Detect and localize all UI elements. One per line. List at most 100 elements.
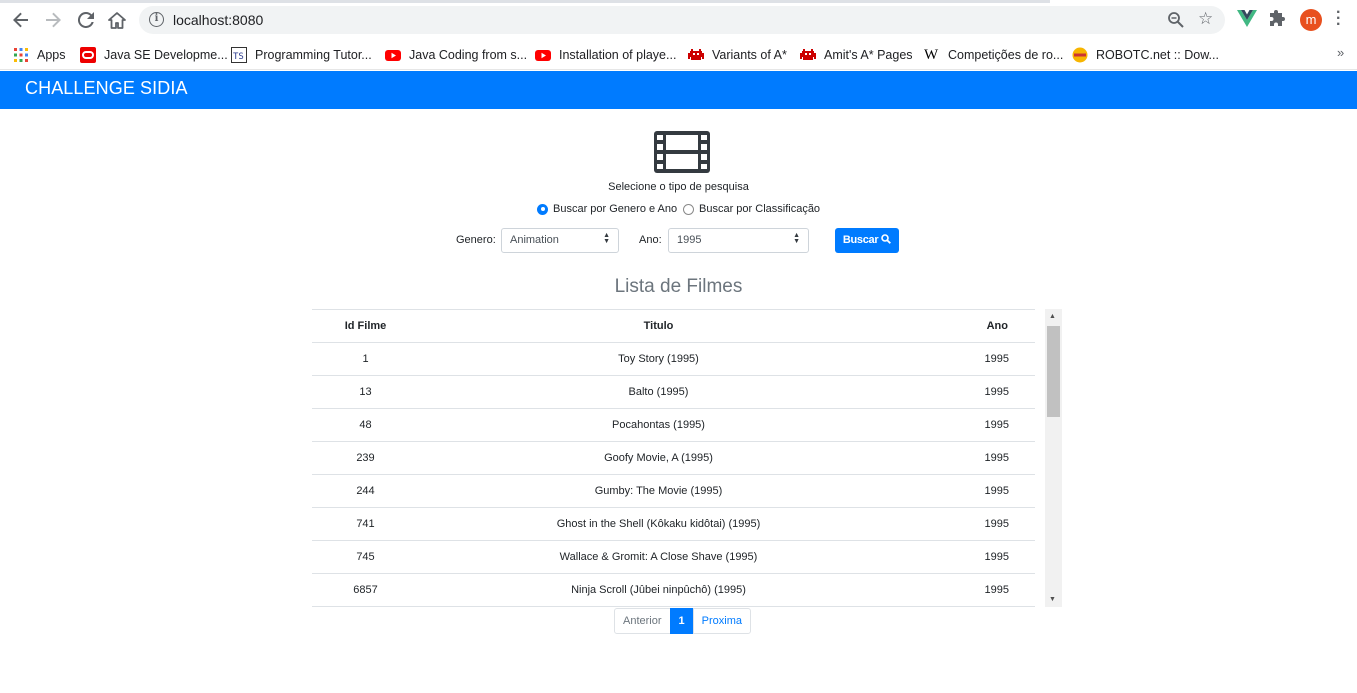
genre-select-value: Animation: [510, 234, 559, 246]
table-row: 1 Toy Story (1995) 1995: [312, 342, 1035, 376]
cell-title: Wallace & Gromit: A Close Shave (1995): [419, 540, 898, 574]
cell-id: 239: [312, 441, 419, 475]
pagination-prev[interactable]: Anterior: [614, 608, 671, 634]
wikipedia-icon: W: [924, 47, 939, 63]
cell-year: 1995: [898, 474, 1035, 508]
bookmark-label: Java Coding from s...: [409, 48, 528, 62]
home-icon[interactable]: [106, 9, 128, 31]
forward-icon[interactable]: [42, 9, 64, 31]
cell-year: 1995: [898, 441, 1035, 475]
extensions-puzzle-icon[interactable]: [1269, 9, 1291, 31]
cell-year: 1995: [898, 540, 1035, 574]
cell-year: 1995: [898, 573, 1035, 607]
year-select-value: 1995: [677, 234, 702, 246]
cell-year: 1995: [898, 375, 1035, 409]
film-icon: [654, 131, 710, 178]
cell-year: 1995: [898, 507, 1035, 541]
apps-grid-icon: [13, 47, 29, 63]
select-caret-icon: ▲ ▼: [793, 232, 800, 245]
cell-title: Ghost in the Shell (Kôkaku kidôtai) (199…: [419, 507, 898, 541]
vue-devtools-icon[interactable]: [1237, 9, 1259, 31]
radio-genre-year[interactable]: Buscar por Genero e Ano: [537, 202, 677, 216]
address-bar[interactable]: i localhost:8080 ☆: [139, 6, 1225, 34]
cell-title: Gumby: The Movie (1995): [419, 474, 898, 508]
search-button[interactable]: Buscar: [835, 228, 899, 253]
cell-year: 1995: [898, 408, 1035, 442]
bookmark-java-se[interactable]: Java SE Developme...: [80, 45, 228, 65]
back-icon[interactable]: [10, 9, 32, 31]
radio-classification[interactable]: Buscar por Classificação: [683, 202, 820, 216]
bookmark-star-icon[interactable]: ☆: [1198, 9, 1213, 29]
invader-icon: [800, 47, 816, 63]
cell-id: 48: [312, 408, 419, 442]
bookmark-label: Amit's A* Pages: [824, 48, 913, 62]
svg-text:TS: TS: [233, 52, 244, 62]
table-row: 244 Gumby: The Movie (1995) 1995: [312, 474, 1035, 508]
table-header-row: Id Filme Titulo Ano: [312, 309, 1035, 343]
movie-table: Id Filme Titulo Ano 1 Toy Story (1995) 1…: [312, 309, 1035, 607]
bookmark-robotc[interactable]: ROBOTC.net :: Dow...: [1072, 45, 1219, 65]
profile-avatar[interactable]: m: [1300, 9, 1322, 31]
app-navbar: CHALLENGE SIDIA: [0, 71, 1357, 109]
cell-title: Ninja Scroll (Jûbei ninpûchô) (1995): [419, 573, 898, 607]
cell-id: 745: [312, 540, 419, 574]
cell-id: 741: [312, 507, 419, 541]
table-row: 48 Pocahontas (1995) 1995: [312, 408, 1035, 442]
youtube-icon: [385, 47, 401, 63]
url-text[interactable]: localhost:8080: [173, 12, 263, 28]
genre-label: Genero:: [456, 234, 496, 246]
year-select[interactable]: 1995 ▲ ▼: [668, 228, 809, 253]
bookmark-java-coding[interactable]: Java Coding from s...: [385, 45, 527, 65]
scroll-down-arrow-icon[interactable]: ▼: [1049, 596, 1056, 603]
genre-select[interactable]: Animation ▲ ▼: [501, 228, 619, 253]
cell-title: Goofy Movie, A (1995): [419, 441, 898, 475]
pagination: Anterior 1 Proxima: [614, 608, 751, 634]
bookmark-amit-astar[interactable]: Amit's A* Pages: [800, 45, 913, 65]
table-scrollbar[interactable]: ▲ ▼: [1045, 309, 1062, 607]
oracle-icon: [80, 47, 96, 63]
zoom-icon[interactable]: [1167, 11, 1185, 29]
cell-id: 6857: [312, 573, 419, 607]
search-icon: [881, 234, 892, 244]
youtube-icon: [535, 47, 551, 63]
reload-icon[interactable]: [75, 9, 97, 31]
bookmark-apps[interactable]: Apps: [13, 45, 66, 65]
bookmark-label: Java SE Developme...: [104, 48, 228, 62]
radio-classification-label[interactable]: Buscar por Classificação: [699, 203, 820, 215]
cell-title: Pocahontas (1995): [419, 408, 898, 442]
search-button-label: Buscar: [842, 234, 879, 246]
table-row: 6857 Ninja Scroll (Jûbei ninpûchô) (1995…: [312, 573, 1035, 607]
tutorial-icon: TS: [231, 47, 247, 63]
robotc-icon: [1072, 47, 1088, 63]
tab-strip: [0, 0, 1050, 3]
bookmark-label: Competições de ro...: [948, 48, 1064, 62]
column-header-id: Id Filme: [312, 309, 419, 343]
scroll-up-arrow-icon[interactable]: ▲: [1049, 313, 1056, 320]
cell-title: Toy Story (1995): [419, 342, 898, 376]
site-info-icon[interactable]: i: [149, 12, 164, 27]
menu-kebab-icon[interactable]: · · ·: [1336, 5, 1341, 33]
table-row: 741 Ghost in the Shell (Kôkaku kidôtai) …: [312, 507, 1035, 541]
bookmark-installation[interactable]: Installation of playe...: [535, 45, 676, 65]
bookmark-label: Apps: [37, 48, 66, 62]
movie-table-container[interactable]: Id Filme Titulo Ano 1 Toy Story (1995) 1…: [312, 309, 1062, 607]
table-row: 745 Wallace & Gromit: A Close Shave (199…: [312, 540, 1035, 574]
radio-genre-year-label[interactable]: Buscar por Genero e Ano: [553, 203, 677, 215]
scrollbar-thumb[interactable]: [1047, 326, 1060, 417]
radio-button[interactable]: [683, 203, 694, 215]
bookmark-programming-tutor[interactable]: TS Programming Tutor...: [231, 45, 372, 65]
pagination-page-current[interactable]: 1: [669, 608, 694, 634]
cell-year: 1995: [898, 342, 1035, 376]
search-type-caption: Selecione o tipo de pesquisa: [608, 181, 749, 193]
pagination-next[interactable]: Proxima: [692, 608, 751, 634]
cell-id: 244: [312, 474, 419, 508]
bookmark-competicoes[interactable]: W Competições de ro...: [924, 45, 1063, 65]
app-brand[interactable]: CHALLENGE SIDIA: [25, 78, 188, 99]
year-label: Ano:: [639, 234, 662, 246]
invader-icon: [688, 47, 704, 63]
movie-list-title: Lista de Filmes: [614, 276, 743, 297]
bookmarks-overflow-button[interactable]: »: [1337, 45, 1344, 60]
bookmark-label: Programming Tutor...: [255, 48, 372, 62]
bookmark-variants-astar[interactable]: Variants of A*: [688, 45, 787, 65]
radio-button-checked[interactable]: [537, 203, 548, 215]
